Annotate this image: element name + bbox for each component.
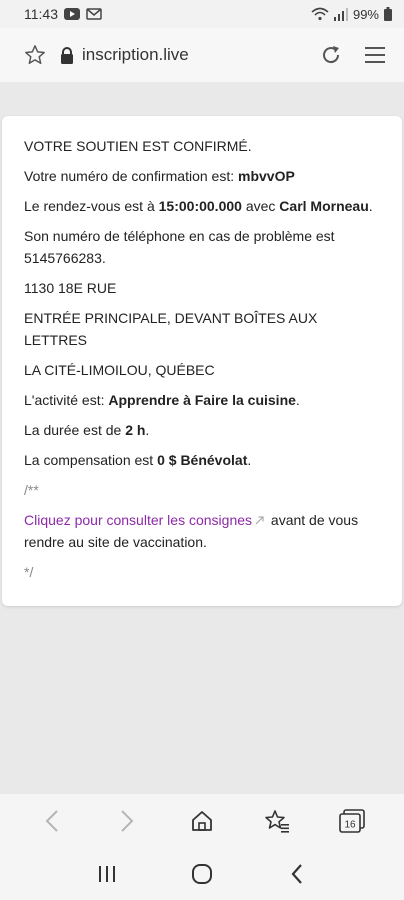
status-right: 99%: [311, 7, 392, 22]
menu-icon[interactable]: [360, 40, 390, 70]
status-bar: 11:43 99%: [0, 0, 404, 28]
status-left: 11:43: [24, 6, 102, 22]
forward-icon[interactable]: [105, 799, 149, 843]
battery-percent: 99%: [352, 6, 379, 22]
appointment-info: Le rendez-vous est à 15:00:00.000 avec C…: [24, 198, 373, 214]
activity-info: L'activité est: Apprendre à Faire la cui…: [24, 392, 300, 408]
appointment-time: 15:00:00.000: [158, 198, 242, 214]
recents-icon[interactable]: [85, 852, 129, 896]
activity-value: Apprendre à Faire la cuisine: [108, 392, 296, 408]
address-line-1: 1130 18E RUE: [24, 280, 117, 296]
duration-value: 2 h: [125, 422, 146, 438]
instructions-paragraph: Cliquez pour consulter les consignes ava…: [24, 509, 382, 553]
confirmation-heading: VOTRE SOUTIEN EST CONFIRMÉ.: [24, 138, 252, 154]
phone-info: Son numéro de téléphone en cas de problè…: [24, 228, 335, 266]
address-bar[interactable]: inscription.live: [82, 45, 316, 65]
system-back-icon[interactable]: [275, 852, 319, 896]
comment-close: */: [24, 564, 34, 580]
comment-open: /**: [24, 482, 39, 498]
reload-icon[interactable]: [316, 40, 346, 70]
browser-toolbar: inscription.live: [0, 28, 404, 82]
lock-icon: [60, 46, 76, 64]
tabs-count: 16: [345, 820, 357, 831]
system-nav-bar: [0, 848, 404, 900]
signal-icon: [333, 7, 348, 21]
home-icon[interactable]: [180, 799, 224, 843]
wifi-icon: [311, 7, 329, 21]
bookmark-star-icon[interactable]: [22, 42, 48, 68]
mail-icon: [86, 8, 102, 20]
address-line-2: ENTRÉE PRINCIPALE, DEVANT BOÎTES AUX LET…: [24, 310, 318, 348]
bookmarks-icon[interactable]: [255, 799, 299, 843]
browser-bottom-nav: 16: [0, 794, 404, 848]
back-icon[interactable]: [30, 799, 74, 843]
address-line-3: LA CITÉ-LIMOILOU, QUÉBEC: [24, 362, 215, 378]
confirmation-card: VOTRE SOUTIEN EST CONFIRMÉ. Votre numéro…: [2, 116, 402, 606]
duration-info: La durée est de 2 h.: [24, 422, 150, 438]
home-circle-icon[interactable]: [180, 852, 224, 896]
confirmation-code: mbvvOP: [238, 168, 295, 184]
compensation-value: 0 $ Bénévolat: [157, 452, 248, 468]
external-link-icon: [255, 509, 264, 531]
confirmation-number: Votre numéro de confirmation est: mbvvOP: [24, 168, 295, 184]
battery-icon: [384, 7, 392, 21]
status-time: 11:43: [24, 6, 58, 22]
compensation-info: La compensation est 0 $ Bénévolat.: [24, 452, 252, 468]
instructions-link[interactable]: Cliquez pour consulter les consignes: [24, 512, 252, 528]
appointment-person: Carl Morneau: [279, 198, 369, 214]
tabs-icon[interactable]: 16: [330, 799, 374, 843]
youtube-icon: [64, 8, 80, 20]
